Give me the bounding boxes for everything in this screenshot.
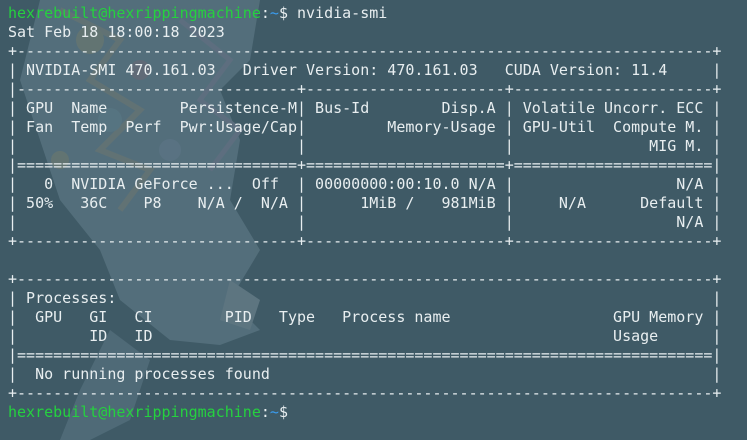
output-line: | Fan Temp Perf Pwr:Usage/Cap| Memory-Us… (8, 118, 722, 136)
current-prompt-line[interactable]: hexrebuilt@hexrippingmachine:~$ (8, 403, 721, 422)
output-line: | ID ID Usage | (8, 327, 722, 345)
output-line: | | | MIG M. | (8, 137, 722, 155)
prompt-symbol: $ (278, 4, 288, 22)
output-line: |=======================================… (8, 346, 722, 364)
command-prompt-line: hexrebuilt@hexrippingmachine:~$ nvidia-s… (8, 4, 721, 23)
output-line: | GPU GI CI PID Type Process name GPU Me… (8, 308, 722, 326)
output-line: | 0 NVIDIA GeForce ... Off | 00000000:00… (8, 175, 722, 193)
prompt-path: ~ (269, 4, 279, 22)
output-line: | NVIDIA-SMI 470.161.03 Driver Version: … (8, 61, 722, 79)
output-line: | Processes: | (8, 289, 722, 307)
output-line: | GPU Name Persistence-M| Bus-Id Disp.A … (8, 99, 722, 117)
command-text: nvidia-smi (287, 4, 388, 22)
output-line: +---------------------------------------… (8, 270, 722, 288)
output-line: |===============================+=======… (8, 156, 722, 174)
output-line: +---------------------------------------… (8, 384, 722, 402)
output-line: +---------------------------------------… (8, 42, 722, 60)
output-line: | No running processes found | (8, 365, 722, 383)
nvidia-smi-output: +---------------------------------------… (8, 42, 721, 403)
prompt-symbol: $ (278, 403, 288, 421)
output-line: | 50% 36C P8 N/A / N/A | 1MiB / 981MiB |… (8, 194, 722, 212)
prompt-user-host: hexrebuilt@hexrippingmachine (8, 403, 261, 421)
terminal-window[interactable]: hexrebuilt@hexrippingmachine:~$ nvidia-s… (0, 0, 747, 440)
prompt-user-host: hexrebuilt@hexrippingmachine (8, 4, 261, 22)
prompt-separator: : (260, 4, 270, 22)
output-line: +-------------------------------+-------… (8, 232, 722, 250)
output-line: | | | N/A | (8, 213, 722, 231)
timestamp-line: Sat Feb 18 18:00:18 2023 (8, 23, 225, 41)
output-line: |-------------------------------+-------… (8, 80, 722, 98)
prompt-path: ~ (269, 403, 279, 421)
prompt-separator: : (260, 403, 270, 421)
terminal-output: hexrebuilt@hexrippingmachine:~$ nvidia-s… (8, 4, 721, 422)
